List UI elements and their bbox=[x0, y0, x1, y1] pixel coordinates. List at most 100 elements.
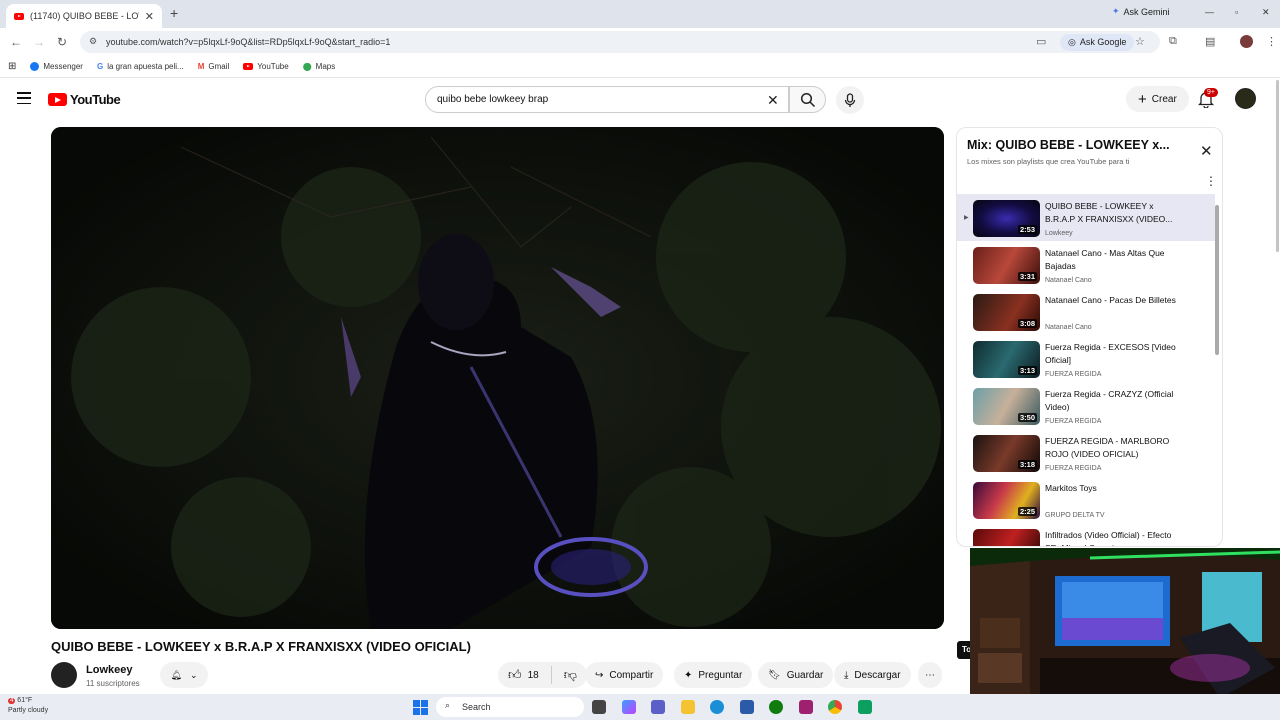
app-icon-2[interactable] bbox=[858, 700, 872, 714]
bookmark-youtube[interactable]: YouTube bbox=[243, 62, 289, 71]
more-icon: ⋯ bbox=[925, 669, 935, 681]
playlist-title[interactable]: Mix: QUIBO BEBE - LOWKEEY x... bbox=[967, 138, 1177, 152]
bookmark-messenger[interactable]: Messenger bbox=[30, 62, 83, 71]
playlist-more-icon[interactable]: ⋮ bbox=[1205, 174, 1217, 188]
browser-tab[interactable]: (11740) QUIBO BEBE - LOWKEEY ✕ bbox=[6, 4, 162, 28]
video-player[interactable] bbox=[51, 127, 944, 629]
youtube-header: YouTube quibo bebe lowkeey brap ✕ + Crea… bbox=[0, 78, 1280, 122]
playlist-item-channel: Natanael Cano bbox=[1045, 324, 1092, 331]
webcam-overlay bbox=[970, 548, 1280, 708]
playlist-subtitle: Los mixes son playlists que crea YouTube… bbox=[967, 157, 1130, 166]
teams-icon[interactable] bbox=[651, 700, 665, 714]
minimize-icon[interactable]: — bbox=[1205, 7, 1214, 17]
bookmark-label: Maps bbox=[315, 62, 336, 71]
bookmark-icon: 🔖︎ bbox=[768, 669, 781, 681]
xbox-icon[interactable] bbox=[769, 700, 783, 714]
windows-start-icon[interactable] bbox=[413, 700, 428, 715]
store-icon[interactable] bbox=[740, 700, 754, 714]
subscription-bell-button[interactable]: 🔔︎ ⌄ bbox=[160, 662, 208, 688]
url-text: youtube.com/watch?v=p5lqxLf-9oQ&list=RDp… bbox=[106, 37, 391, 47]
new-tab-icon[interactable]: + bbox=[170, 5, 178, 21]
apps-grid-icon[interactable]: ⊞ bbox=[8, 61, 16, 72]
bookmark-label: la gran apuesta peli... bbox=[107, 62, 184, 71]
bookmarks-bar: ⊞ Messenger Gla gran apuesta peli... M Gm… bbox=[0, 56, 1280, 78]
playlist-item[interactable]: ▶ 2:53 QUIBO BEBE - LOWKEEY x B.R.A.P X … bbox=[957, 194, 1215, 241]
bell-icon: 🔔︎ bbox=[170, 669, 182, 680]
like-button[interactable]: 👍︎ 18 👎︎ bbox=[498, 662, 587, 688]
playlist-item-channel: Natanael Cano bbox=[1045, 277, 1092, 284]
ask-google-button[interactable]: ◎ Ask Google bbox=[1060, 34, 1135, 51]
plus-icon: + bbox=[1138, 90, 1147, 108]
create-button[interactable]: + Crear bbox=[1126, 86, 1189, 112]
search-button[interactable] bbox=[789, 86, 826, 113]
thumbs-down-icon[interactable]: 👎︎ bbox=[564, 667, 577, 683]
app-icon[interactable] bbox=[799, 700, 813, 714]
playlist-close-icon[interactable]: ✕ bbox=[1200, 142, 1213, 160]
task-view-icon[interactable] bbox=[592, 700, 606, 714]
ask-gemini-button[interactable]: ✦ Ask Gemini bbox=[1112, 6, 1170, 17]
share-icon: ↪ bbox=[595, 669, 604, 681]
edge-icon[interactable] bbox=[710, 700, 724, 714]
download-label: Descargar bbox=[854, 669, 901, 681]
playlist-thumbnail bbox=[973, 529, 1040, 546]
copilot-icon[interactable] bbox=[622, 700, 636, 714]
more-actions-button[interactable]: ⋯ bbox=[918, 662, 942, 688]
bookmark-maps[interactable]: ⬤ Maps bbox=[303, 62, 336, 71]
voice-search-button[interactable] bbox=[836, 86, 864, 114]
save-button[interactable]: 🔖︎ Guardar bbox=[758, 662, 834, 688]
side-panel-icon[interactable]: ▤ bbox=[1205, 35, 1215, 48]
playlist-item[interactable]: 3:08 Natanael Cano - Pacas De Billetes N… bbox=[957, 288, 1215, 335]
search-input[interactable]: quibo bebe lowkeey brap bbox=[425, 86, 789, 113]
webcam-frame bbox=[970, 548, 1280, 708]
weather-widget[interactable]: 4 61°F Partly cloudy bbox=[8, 696, 48, 716]
taskbar-search[interactable]: ⌕ Search bbox=[436, 697, 584, 717]
chrome-menu-icon[interactable]: ⋮ bbox=[1266, 35, 1277, 48]
profile-avatar[interactable] bbox=[1240, 35, 1253, 48]
clear-search-icon[interactable]: ✕ bbox=[767, 92, 779, 109]
site-info-icon[interactable]: ⚙ bbox=[89, 36, 97, 47]
extensions-icon[interactable]: ⧉ bbox=[1169, 35, 1177, 48]
playlist-item[interactable]: 2:25 Markitos Toys GRUPO DELTA TV bbox=[957, 476, 1215, 523]
file-explorer-icon[interactable] bbox=[681, 700, 695, 714]
messenger-icon bbox=[30, 62, 40, 71]
menu-icon[interactable] bbox=[17, 92, 31, 104]
channel-name[interactable]: Lowkeey bbox=[86, 664, 132, 676]
youtube-logo[interactable]: YouTube bbox=[48, 92, 121, 107]
maps-pin-icon: ⬤ bbox=[302, 62, 312, 71]
maximize-icon[interactable]: ▫ bbox=[1235, 7, 1238, 17]
chrome-icon[interactable] bbox=[828, 700, 842, 714]
page-scrollbar[interactable] bbox=[1276, 80, 1279, 252]
playlist-item[interactable]: 3:18 FUERZA REGIDA - MARLBORO ROJO (VIDE… bbox=[957, 429, 1215, 476]
bookmark-la-gran-apuesta[interactable]: Gla gran apuesta peli... bbox=[97, 62, 184, 71]
tab-close-icon[interactable]: ✕ bbox=[145, 10, 154, 23]
download-button[interactable]: ⤓ Descargar bbox=[834, 662, 911, 688]
playlist-item[interactable]: 3:31 Natanael Cano - Mas Altas Que Bajad… bbox=[957, 241, 1215, 288]
reload-icon[interactable]: ↻ bbox=[57, 35, 67, 49]
back-icon[interactable]: ← bbox=[10, 35, 22, 49]
account-avatar[interactable] bbox=[1235, 88, 1256, 109]
cast-icon[interactable]: ▭ bbox=[1036, 35, 1046, 48]
subscriber-count: 11 suscriptores bbox=[86, 679, 140, 688]
address-bar[interactable]: ⚙ youtube.com/watch?v=p5lqxLf-9oQ&list=R… bbox=[80, 31, 1160, 53]
playlist-item[interactable]: Infiltrados (Video Official) - Efecto SR… bbox=[957, 523, 1215, 546]
tab-title: (11740) QUIBO BEBE - LOWKEEY bbox=[30, 11, 139, 21]
playlist-item[interactable]: 3:13 Fuerza Regida - EXCESOS [Video Ofic… bbox=[957, 335, 1215, 382]
share-button[interactable]: ↪ Compartir bbox=[585, 662, 664, 688]
playlist-thumbnail: 2:25 bbox=[973, 482, 1040, 519]
duration-badge: 2:53 bbox=[1017, 225, 1037, 234]
duration-badge: 3:18 bbox=[1017, 460, 1037, 469]
youtube-logo-icon bbox=[48, 93, 67, 106]
duration-badge: 3:50 bbox=[1017, 413, 1037, 422]
ask-button[interactable]: ✦ Preguntar bbox=[674, 662, 753, 688]
window-close-icon[interactable]: ✕ bbox=[1262, 7, 1270, 18]
bookmark-gmail[interactable]: M Gmail bbox=[198, 62, 230, 71]
forward-icon[interactable]: → bbox=[33, 35, 45, 49]
playlist-item[interactable]: 3:50 Fuerza Regida - CRAZYZ (Official Vi… bbox=[957, 382, 1215, 429]
youtube-logo-text: YouTube bbox=[70, 92, 121, 107]
playlist-scrollbar[interactable] bbox=[1215, 205, 1219, 355]
playlist-thumbnail: 3:18 bbox=[973, 435, 1040, 472]
google-lens-icon: ◎ bbox=[1068, 37, 1076, 47]
playlist-item-channel: Lowkeey bbox=[1045, 230, 1073, 237]
channel-avatar[interactable] bbox=[51, 662, 77, 688]
bookmark-star-icon[interactable]: ☆ bbox=[1135, 35, 1145, 48]
